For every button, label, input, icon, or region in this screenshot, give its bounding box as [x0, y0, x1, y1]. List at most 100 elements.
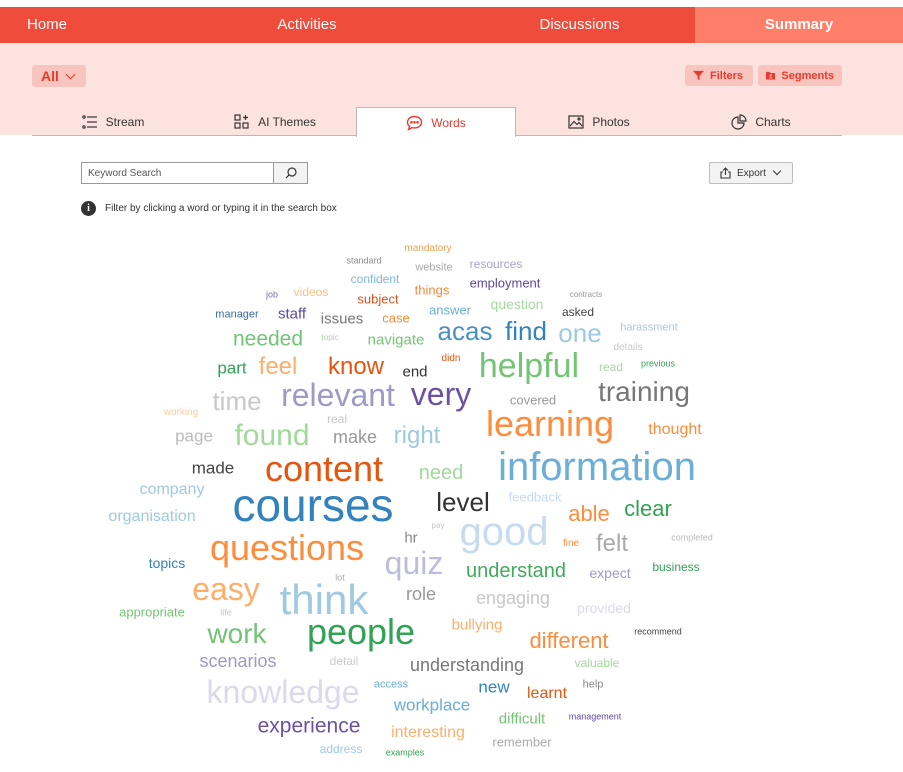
word-right[interactable]: right — [394, 424, 441, 448]
word-role[interactable]: role — [406, 585, 436, 603]
word-workplace[interactable]: workplace — [394, 697, 471, 714]
word-resources[interactable]: resources — [470, 258, 523, 270]
word-access[interactable]: access — [374, 679, 408, 691]
word-asked[interactable]: asked — [562, 306, 594, 318]
word-need[interactable]: need — [419, 463, 464, 483]
word-issues[interactable]: issues — [321, 312, 364, 327]
search-button[interactable] — [273, 162, 308, 184]
word-mandatory[interactable]: mandatory — [404, 244, 451, 254]
word-questions[interactable]: questions — [210, 530, 364, 566]
word-topic[interactable]: topic — [322, 334, 339, 342]
word-different[interactable]: different — [529, 630, 608, 652]
word-thought[interactable]: thought — [648, 422, 701, 438]
word-recommend[interactable]: recommend — [634, 627, 682, 637]
word-knowledge[interactable]: knowledge — [207, 676, 360, 708]
word-time[interactable]: time — [212, 388, 261, 414]
keyword-search-input[interactable] — [81, 162, 273, 184]
word-needed[interactable]: needed — [233, 329, 303, 350]
word-question[interactable]: question — [491, 297, 544, 311]
word-understand[interactable]: understand — [466, 561, 566, 581]
word-good[interactable]: good — [460, 512, 549, 552]
tab-charts[interactable]: Charts — [680, 107, 842, 136]
export-button[interactable]: Export — [709, 162, 793, 184]
word-topics[interactable]: topics — [149, 556, 186, 570]
word-courses[interactable]: courses — [232, 482, 393, 528]
word-make[interactable]: make — [333, 428, 377, 446]
word-employment[interactable]: employment — [470, 277, 541, 290]
word-helpful[interactable]: helpful — [479, 349, 579, 383]
word-real[interactable]: real — [327, 413, 347, 425]
word-staff[interactable]: staff — [278, 307, 306, 322]
word-part[interactable]: part — [217, 360, 246, 377]
word-business[interactable]: business — [652, 561, 699, 573]
word-made[interactable]: made — [192, 460, 235, 477]
word-contracts[interactable]: contracts — [570, 291, 602, 299]
word-engaging[interactable]: engaging — [476, 589, 550, 607]
word-fine[interactable]: fine — [563, 539, 579, 549]
word-know[interactable]: know — [328, 355, 384, 379]
word-navigate[interactable]: navigate — [368, 333, 425, 348]
word-manager[interactable]: manager — [215, 309, 258, 321]
word-work[interactable]: work — [207, 620, 266, 648]
word-very[interactable]: very — [411, 378, 471, 410]
filters-button[interactable]: Filters — [685, 65, 753, 86]
word-find[interactable]: find — [505, 318, 547, 344]
word-relevant[interactable]: relevant — [281, 379, 395, 411]
word-case[interactable]: case — [382, 312, 409, 325]
word-things[interactable]: things — [415, 284, 450, 297]
word-didn[interactable]: didn — [442, 354, 461, 364]
word-interesting[interactable]: interesting — [391, 725, 465, 741]
word-examples[interactable]: examples — [386, 748, 425, 758]
word-acas[interactable]: acas — [438, 318, 493, 344]
word-scenarios[interactable]: scenarios — [199, 652, 276, 670]
nav-summary[interactable]: Summary — [695, 7, 903, 43]
word-website[interactable]: website — [415, 262, 452, 274]
word-easy[interactable]: easy — [192, 573, 260, 605]
word-address[interactable]: address — [320, 743, 363, 755]
word-learning[interactable]: learning — [486, 406, 614, 442]
word-able[interactable]: able — [568, 503, 610, 525]
word-page[interactable]: page — [175, 428, 213, 445]
nav-home[interactable]: Home — [0, 7, 150, 43]
word-videos[interactable]: videos — [294, 286, 329, 298]
word-company[interactable]: company — [140, 482, 205, 498]
tab-ai-themes[interactable]: AI Themes — [194, 107, 356, 136]
word-provided[interactable]: provided — [577, 601, 631, 615]
word-feel[interactable]: feel — [259, 355, 298, 379]
word-one[interactable]: one — [558, 320, 601, 346]
word-understanding[interactable]: understanding — [410, 656, 524, 674]
word-learnt[interactable]: learnt — [527, 686, 567, 702]
word-working[interactable]: working — [164, 408, 198, 418]
word-help[interactable]: help — [583, 679, 604, 691]
word-feedback[interactable]: feedback — [509, 491, 562, 504]
segments-button[interactable]: Segments — [758, 65, 842, 86]
nav-discussions[interactable]: Discussions — [464, 7, 695, 43]
word-standard[interactable]: standard — [346, 256, 381, 266]
word-bullying[interactable]: bullying — [452, 618, 503, 633]
word-management[interactable]: management — [569, 712, 622, 722]
tab-photos[interactable]: Photos — [518, 107, 680, 136]
tab-words[interactable]: Words — [356, 107, 516, 137]
word-clear[interactable]: clear — [624, 498, 672, 520]
word-completed[interactable]: completed — [671, 533, 713, 543]
word-pay[interactable]: pay — [432, 522, 445, 530]
word-appropriate[interactable]: appropriate — [119, 606, 185, 619]
word-information[interactable]: information — [498, 447, 696, 487]
word-organisation[interactable]: organisation — [108, 509, 195, 525]
nav-activities[interactable]: Activities — [150, 7, 464, 43]
word-job[interactable]: job — [266, 290, 278, 300]
word-detail[interactable]: detail — [330, 655, 359, 667]
word-people[interactable]: people — [307, 614, 415, 650]
all-dropdown[interactable]: All — [32, 65, 86, 87]
word-valuable[interactable]: valuable — [575, 657, 620, 669]
word-difficult[interactable]: difficult — [499, 712, 545, 727]
word-harassment[interactable]: harassment — [620, 322, 677, 334]
word-found[interactable]: found — [234, 421, 309, 451]
word-new[interactable]: new — [478, 679, 509, 696]
tab-stream[interactable]: Stream — [32, 107, 194, 136]
word-remember[interactable]: remember — [492, 736, 551, 749]
word-confident[interactable]: confident — [351, 273, 400, 285]
word-read[interactable]: read — [599, 361, 623, 373]
word-life[interactable]: life — [220, 608, 232, 618]
word-felt[interactable]: felt — [596, 532, 628, 556]
